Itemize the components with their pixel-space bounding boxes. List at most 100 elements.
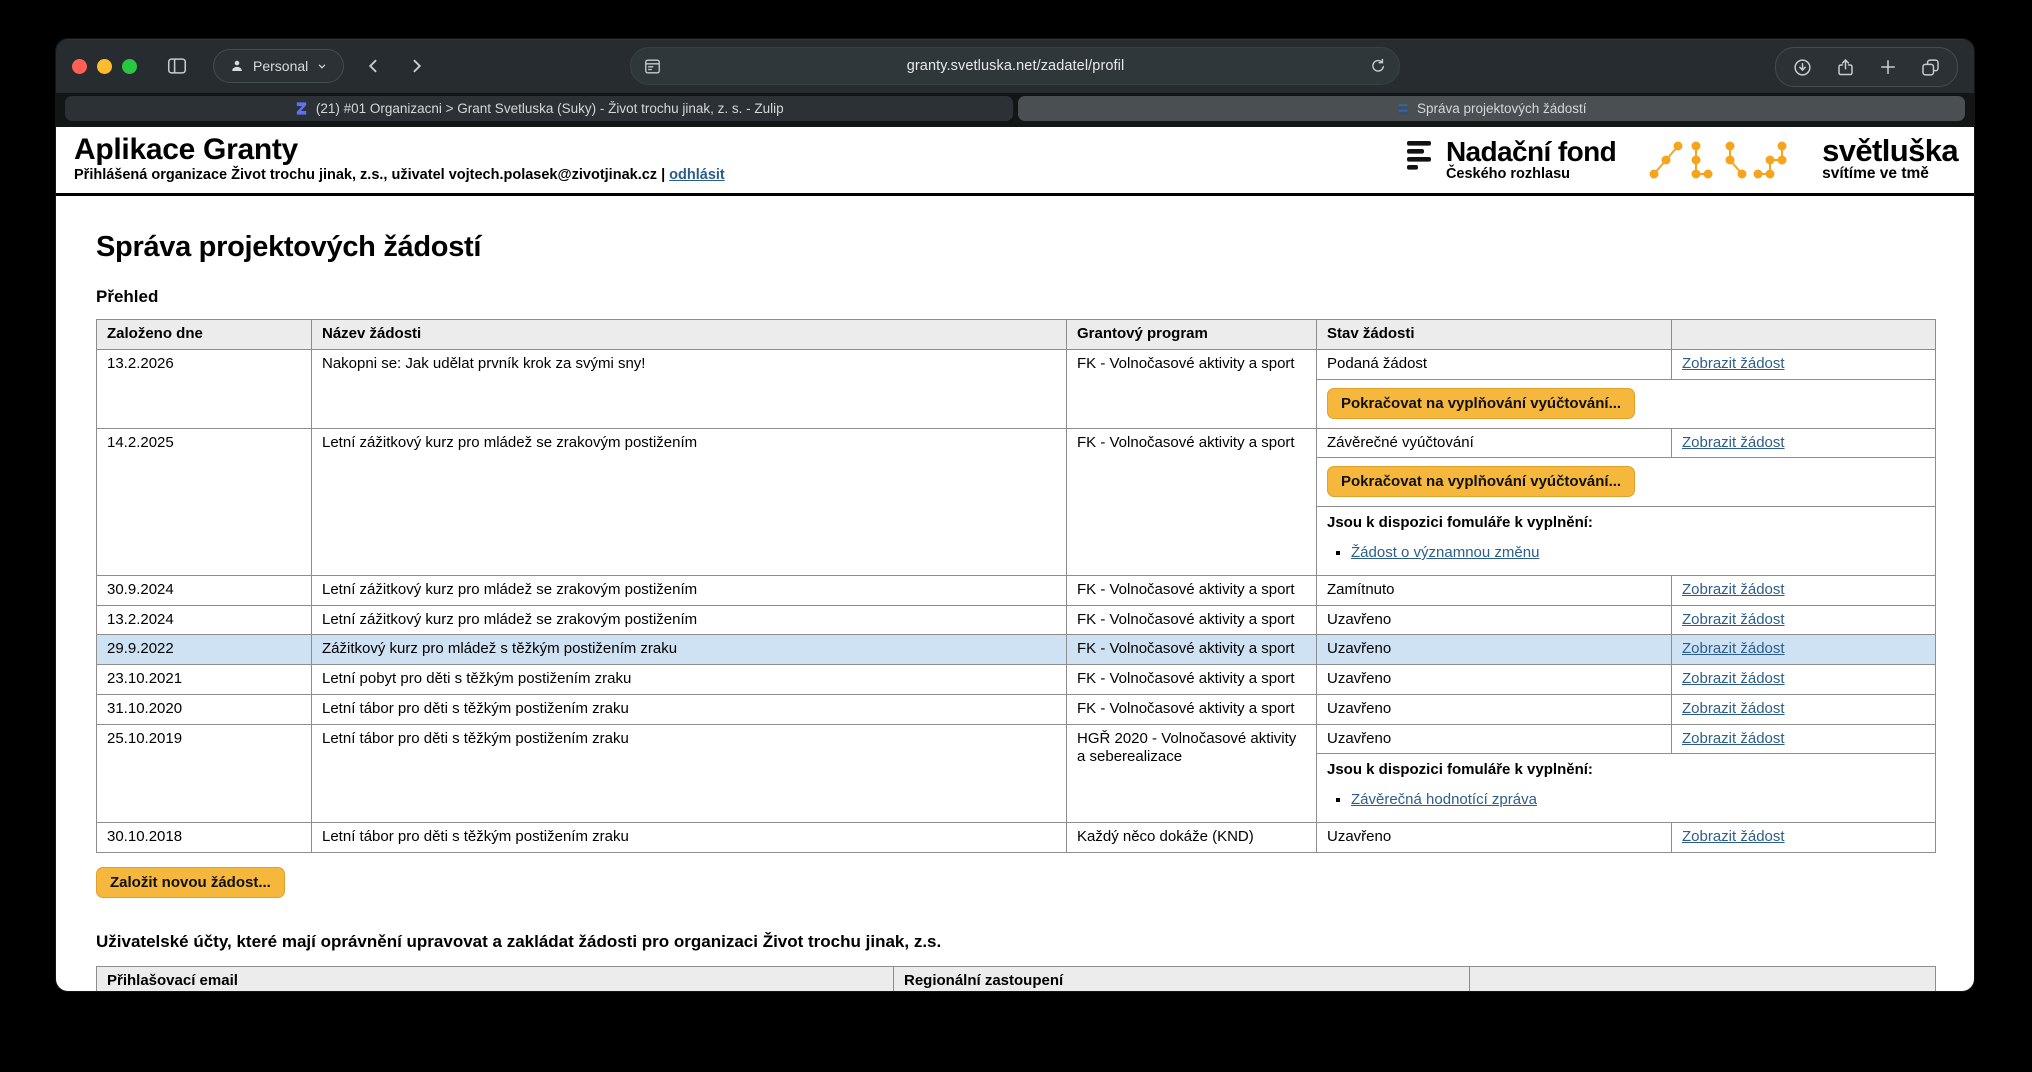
forward-button[interactable]: [398, 49, 434, 83]
cell-date: 29.9.2022: [97, 635, 312, 665]
tab-active-sprava-zadosti[interactable]: Správa projektových žádostí: [1018, 96, 1966, 121]
cell-date: 13.2.2026: [97, 349, 312, 428]
cell-program: FK - Volnočasové aktivity a sport: [1067, 694, 1317, 724]
cell-status: Uzavřeno: [1317, 605, 1672, 635]
new-application-button[interactable]: Založit novou žádost...: [96, 867, 285, 898]
cell-name: Letní tábor pro děti s těžkým postižením…: [312, 694, 1067, 724]
tab-zulip[interactable]: (21) #01 Organizacni > Grant Svetluska (…: [65, 96, 1013, 121]
tab-bar: (21) #01 Organizacni > Grant Svetluska (…: [56, 93, 1974, 127]
tab-title: Správa projektových žádostí: [1417, 101, 1587, 116]
users-heading: Uživatelské účty, které mají oprávnění u…: [96, 932, 1934, 952]
page-settings-icon[interactable]: [643, 57, 662, 76]
view-application-link[interactable]: Zobrazit žádost: [1682, 581, 1785, 598]
cell-name: Zážitkový kurz pro mládež s těžkým posti…: [312, 635, 1067, 665]
share-button[interactable]: [1835, 57, 1856, 78]
view-application-link[interactable]: Zobrazit žádost: [1682, 355, 1785, 372]
cell-program: FK - Volnočasové aktivity a sport: [1067, 665, 1317, 695]
column-header-email: Přihlašovací email: [97, 966, 894, 991]
close-window-button[interactable]: [72, 59, 87, 74]
cell-date: 14.2.2025: [97, 428, 312, 575]
cell-actions: Zobrazit žádost: [1672, 575, 1936, 605]
view-application-link[interactable]: Zobrazit žádost: [1682, 640, 1785, 657]
cell-program: FK - Volnočasové aktivity a sport: [1067, 605, 1317, 635]
main-area: Správa projektových žádostí Přehled Zalo…: [56, 231, 1974, 991]
chevron-down-icon: [316, 60, 328, 72]
application-row: 25.10.2019 Letní tábor pro děti s těžkým…: [97, 724, 1936, 754]
page-title: Správa projektových žádostí: [96, 231, 1934, 264]
profile-label: Personal: [253, 58, 308, 74]
new-tab-button[interactable]: [1878, 57, 1898, 77]
cell-date: 23.10.2021: [97, 665, 312, 695]
cell-actions: Zobrazit žádost: [1672, 635, 1936, 665]
view-application-link[interactable]: Zobrazit žádost: [1682, 828, 1785, 845]
plus-icon: [1878, 57, 1898, 77]
zoom-window-button[interactable]: [122, 59, 137, 74]
cell-status: Uzavřeno: [1317, 724, 1672, 754]
profile-menu-button[interactable]: Personal: [213, 49, 344, 83]
view-application-link[interactable]: Zobrazit žádost: [1682, 670, 1785, 687]
form-link[interactable]: Závěrečná hodnotící zpráva: [1351, 791, 1537, 808]
browser-window: Personal: [56, 39, 1974, 991]
download-icon: [1792, 57, 1813, 78]
nadacni-fond-bars-icon: [1407, 138, 1437, 174]
cell-status: Závěrečné vyúčtování: [1317, 428, 1672, 458]
application-row: 23.10.2021 Letní pobyt pro děti s těžkým…: [97, 665, 1936, 695]
tabs-icon: [1920, 57, 1941, 78]
nadacni-fond-title: Nadační fond: [1446, 138, 1616, 165]
application-row: 30.9.2024 Letní zážitkový kurz pro mláde…: [97, 575, 1936, 605]
cell-name: Letní tábor pro děti s těžkým postižením…: [312, 822, 1067, 852]
chevron-left-icon: [364, 56, 384, 76]
sidebar-toggle-button[interactable]: [157, 50, 197, 82]
forms-available-heading: Jsou k dispozici fomuláře k vyplnění:: [1327, 761, 1925, 780]
back-button[interactable]: [356, 49, 392, 83]
cell-name: Nakopni se: Jak udělat prvník krok za sv…: [312, 349, 1067, 428]
navigation-buttons: [356, 49, 434, 83]
continue-accounting-button[interactable]: Pokračovat na vyplňování vyúčtování...: [1327, 388, 1635, 419]
nadacni-fond-logo: Nadační fond Českého rozhlasu: [1407, 138, 1616, 182]
cell-status: Uzavřeno: [1317, 694, 1672, 724]
cell-program: FK - Volnočasové aktivity a sport: [1067, 575, 1317, 605]
address-bar[interactable]: granty.svetluska.net/zadatel/profil: [630, 47, 1400, 85]
cell-actions: Zobrazit žádost: [1672, 349, 1936, 379]
reload-button[interactable]: [1369, 57, 1387, 75]
cell-status: Uzavřeno: [1317, 635, 1672, 665]
forms-list-item: Závěrečná hodnotící zpráva: [1351, 791, 1925, 810]
browser-toolbar: Personal: [56, 39, 1974, 93]
nadacni-fond-text: Nadační fond Českého rozhlasu: [1446, 138, 1616, 182]
cell-date: 30.10.2018: [97, 822, 312, 852]
zulip-icon: [294, 101, 309, 116]
forms-list: Žádost o významnou změnu: [1327, 544, 1925, 563]
reload-icon: [1369, 57, 1387, 75]
cell-available-forms: Jsou k dispozici fomuláře k vyplnění: Žá…: [1317, 507, 1936, 576]
view-application-link[interactable]: Zobrazit žádost: [1682, 611, 1785, 628]
share-icon: [1835, 57, 1856, 78]
form-link[interactable]: Žádost o významnou změnu: [1351, 544, 1539, 561]
site-header: Aplikace Granty Přihlášená organizace Ži…: [56, 127, 1974, 196]
view-application-link[interactable]: Zobrazit žádost: [1682, 730, 1785, 747]
application-row: 14.2.2025 Letní zážitkový kurz pro mláde…: [97, 428, 1936, 458]
application-row-highlighted: 29.9.2022 Zážitkový kurz pro mládež s tě…: [97, 635, 1936, 665]
chevron-right-icon: [406, 56, 426, 76]
cell-program: Každý něco dokáže (KND): [1067, 822, 1317, 852]
overview-heading: Přehled: [96, 287, 1934, 307]
minimize-window-button[interactable]: [97, 59, 112, 74]
screenshot-root: { "browser": { "profile_label": "Persona…: [0, 0, 2032, 1072]
url-text: granty.svetluska.net/zadatel/profil: [662, 58, 1369, 74]
sidebar-icon: [166, 55, 188, 77]
cell-actions: Zobrazit žádost: [1672, 428, 1936, 458]
forms-list-item: Žádost o významnou změnu: [1351, 544, 1925, 563]
continue-accounting-button[interactable]: Pokračovat na vyplňování vyúčtování...: [1327, 466, 1635, 497]
cell-date: 25.10.2019: [97, 724, 312, 822]
cell-continue-action: Pokračovat na vyplňování vyúčtování...: [1317, 379, 1936, 428]
cell-program: HGŘ 2020 - Volnočasové aktivity a sebere…: [1067, 724, 1317, 822]
logout-link[interactable]: odhlásit: [669, 167, 725, 183]
tab-overview-button[interactable]: [1920, 57, 1941, 78]
cell-name: Letní zážitkový kurz pro mládež se zrako…: [312, 428, 1067, 575]
application-row: 13.2.2024 Letní zážitkový kurz pro mláde…: [97, 605, 1936, 635]
column-header-date: Založeno dne: [97, 320, 312, 350]
cell-name: Letní tábor pro děti s těžkým postižením…: [312, 724, 1067, 822]
view-application-link[interactable]: Zobrazit žádost: [1682, 700, 1785, 717]
view-application-link[interactable]: Zobrazit žádost: [1682, 434, 1785, 451]
toolbar-actions: [1775, 47, 1958, 87]
downloads-button[interactable]: [1792, 57, 1813, 78]
